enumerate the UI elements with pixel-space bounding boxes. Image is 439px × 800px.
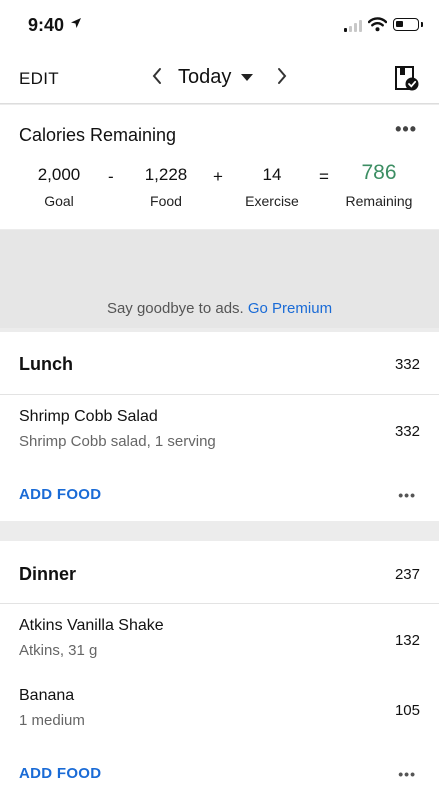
calories-title: Calories Remaining [19, 125, 177, 145]
meal-title: Dinner [19, 564, 77, 584]
equals-operator: = [319, 167, 329, 186]
food-name: Banana [19, 687, 75, 704]
ad-banner: Say goodbye to ads. Go Premium [0, 230, 439, 328]
add-food-button[interactable]: ADD FOOD [19, 765, 101, 782]
edit-button[interactable]: EDIT [19, 69, 59, 89]
food-cell: 1,228 Food [136, 165, 196, 209]
goal-value: 2,000 [37, 165, 81, 184]
lunch-section: Lunch 332 Shrimp Cobb Salad Shrimp Cobb … [0, 332, 439, 521]
nav-bar: EDIT Today [0, 52, 439, 104]
battery-icon [393, 18, 423, 31]
signal-icon [344, 20, 362, 32]
ad-message: Say goodbye to ads. Go Premium [0, 300, 439, 317]
exercise-label: Exercise [245, 193, 299, 209]
food-name: Shrimp Cobb Salad [19, 408, 158, 425]
food-calories: 132 [394, 632, 420, 649]
food-name: Atkins Vanilla Shake [19, 617, 164, 634]
food-calories: 332 [394, 423, 420, 440]
dinner-section: Dinner 237 Atkins Vanilla Shake Atkins, … [0, 541, 439, 800]
food-desc: 1 medium [19, 712, 85, 729]
location-arrow-icon [70, 16, 82, 32]
status-time: 9:40 [28, 15, 65, 35]
meal-total: 237 [394, 566, 420, 583]
meal-total: 332 [394, 356, 420, 373]
food-value: 1,228 [144, 165, 188, 184]
exercise-value: 14 [262, 165, 282, 184]
goal-cell: 2,000 Goal [28, 165, 90, 209]
food-label: Food [150, 193, 182, 209]
diary-complete-icon[interactable] [394, 66, 420, 97]
chevron-left-icon[interactable] [151, 66, 163, 92]
food-desc: Shrimp Cobb salad, 1 serving [19, 433, 216, 450]
remaining-label: Remaining [345, 193, 413, 209]
meal-title: Lunch [19, 354, 73, 374]
more-options-icon[interactable]: ••• [398, 766, 416, 782]
more-options-icon[interactable]: ••• [398, 487, 416, 503]
caret-down-icon[interactable] [241, 74, 253, 81]
remaining-value: 786 [361, 161, 397, 184]
status-bar: 9:40 [0, 0, 439, 52]
plus-operator: + [213, 167, 223, 186]
date-label[interactable]: Today [178, 66, 231, 89]
more-options-icon[interactable]: ••• [395, 119, 417, 140]
minus-operator: - [108, 167, 114, 186]
goal-label: Goal [44, 193, 74, 209]
calories-remaining-card[interactable]: Calories Remaining ••• 2,000 Goal - 1,22… [0, 105, 439, 229]
food-calories: 105 [394, 702, 420, 719]
wifi-icon [367, 16, 388, 37]
go-premium-link[interactable]: Go Premium [248, 300, 332, 317]
ad-text: Say goodbye to ads. [106, 300, 244, 317]
add-food-button[interactable]: ADD FOOD [19, 486, 101, 503]
food-desc: Atkins, 31 g [19, 642, 98, 659]
exercise-cell: 14 Exercise [237, 165, 307, 209]
remaining-cell: 786 Remaining [341, 161, 417, 209]
chevron-right-icon[interactable] [276, 66, 288, 92]
